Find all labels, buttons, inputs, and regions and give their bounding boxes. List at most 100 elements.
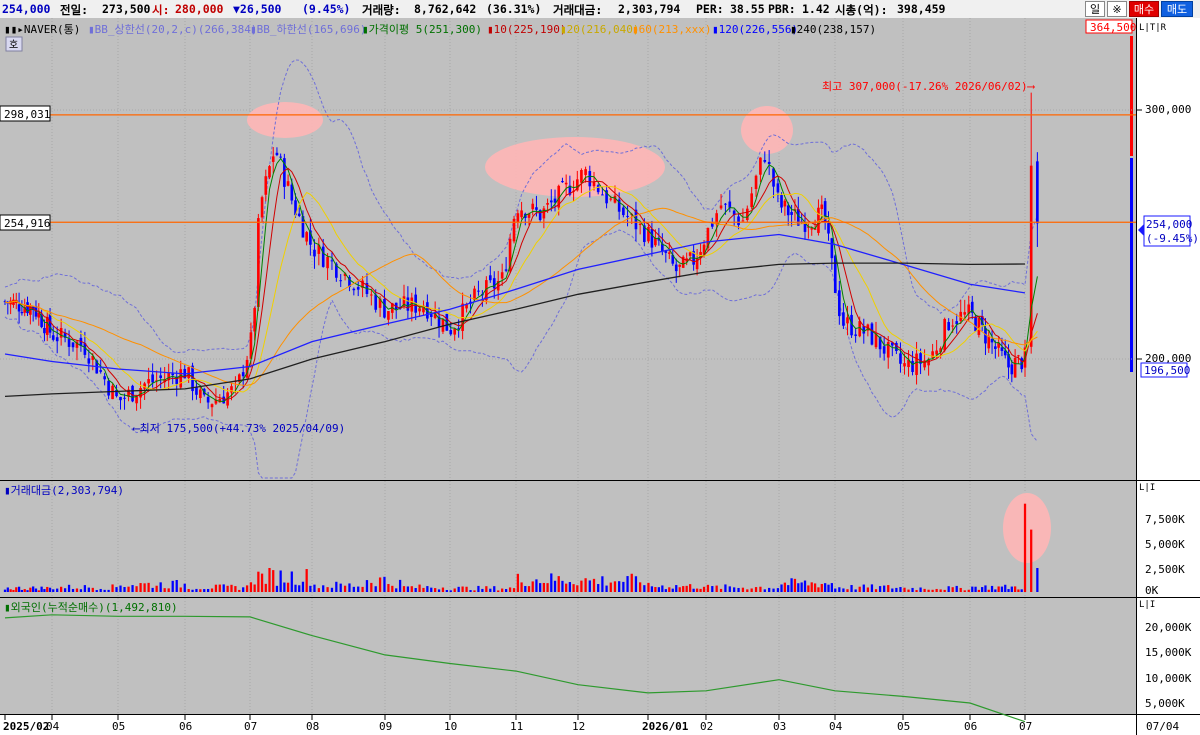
candle-body [974, 316, 977, 332]
volume-bar [139, 583, 142, 592]
candle-body [899, 353, 902, 364]
volume-bar [183, 583, 186, 592]
volume-bar [850, 585, 853, 592]
x-axis-right-label: 07/04 [1146, 720, 1179, 733]
volume-bar [643, 585, 646, 592]
volume-bar [298, 585, 301, 592]
legend-ma20[interactable]: ▮20(216,040) [560, 23, 639, 36]
candle-body [719, 205, 723, 209]
volume-bar [374, 586, 377, 592]
volume-bar [230, 584, 233, 592]
volume-bar [343, 585, 347, 592]
candle-body [767, 161, 771, 165]
volume-bar [83, 585, 87, 592]
volume-bar [253, 584, 256, 592]
volume-bar [226, 585, 229, 592]
volume-bar [535, 579, 538, 592]
volume-bar [750, 588, 753, 592]
legend-ma120[interactable]: ▮120(226,556) [712, 23, 798, 36]
volume-bar [787, 585, 790, 592]
volume-bar [123, 586, 126, 592]
candle-body [915, 353, 918, 375]
volume-bar [361, 586, 364, 592]
volume-bar [987, 589, 990, 592]
volume-bar [772, 588, 775, 592]
foreign-tick-label: 5,000K [1145, 697, 1185, 710]
candle-body [352, 288, 356, 291]
candle-body [210, 404, 214, 408]
volume-bar [15, 587, 18, 592]
candle-body [55, 337, 59, 342]
volume-bar [17, 586, 21, 592]
candle-body [187, 367, 190, 379]
settings-button[interactable]: ※ [1107, 1, 1127, 17]
sell-button[interactable]: 매도 [1161, 1, 1193, 17]
volume-bar [481, 588, 484, 592]
volume-bar [203, 589, 206, 592]
volume-bar [1013, 586, 1017, 592]
volume-bar [622, 581, 625, 592]
legend-ma5[interactable]: ▮가격이평 5(251,300) [362, 23, 482, 36]
candle-body [596, 185, 600, 193]
volume-bar [383, 576, 386, 592]
candle-body [131, 385, 134, 402]
volume-bar [824, 583, 827, 592]
candle-body [516, 213, 520, 223]
volume-bar [422, 587, 425, 592]
quote-toggle[interactable]: 호 [9, 39, 18, 51]
change-value: ▼26,500 [233, 2, 282, 16]
volume-bar [626, 576, 629, 592]
volume-bar [398, 579, 402, 592]
highlight-ellipse [485, 137, 665, 197]
volume-bar [759, 586, 762, 592]
volume-bar [550, 573, 553, 592]
candle-body [241, 372, 245, 377]
top-info-bar: 254,000 전일: 273,500 시: 280,000 ▼26,500 (… [0, 0, 1200, 19]
volume-bar [516, 573, 519, 592]
volume-bar [557, 576, 560, 592]
min-price-axis-label: 196,500 [1144, 364, 1190, 377]
foreign-panel-bg [0, 598, 1136, 714]
legend-bb-lower[interactable]: ▮BB_하한선(165,696) [250, 22, 366, 36]
volume-bar [531, 581, 534, 592]
volume-bar [741, 587, 745, 592]
candle-body [584, 169, 587, 175]
volume-bar [883, 585, 886, 592]
day-period-button[interactable]: 일 [1085, 1, 1105, 17]
volume-panel-title[interactable]: ▮거래대금(2,303,794) [4, 484, 124, 497]
volume-bar [79, 589, 83, 592]
high-annotation: 최고 307,000(-17.26% 2026/06/02)⟶ [822, 80, 1036, 93]
x-tick-label: 05 [897, 720, 910, 733]
stock-chart[interactable]: 298,031 254,916 ▮▮▸NAVER(통) ▮BB_상한선(20,2… [0, 18, 1200, 735]
foreign-panel-title[interactable]: ▮외국인(누적순매수)(1,492,810) [4, 601, 178, 614]
candle-body [43, 328, 46, 334]
volume-bar [1004, 584, 1007, 592]
candle-body [429, 314, 433, 317]
volume-bar [520, 582, 523, 592]
volume-bar [919, 587, 922, 592]
candle-body [994, 346, 997, 349]
volume-tick-label: 7,500K [1145, 513, 1185, 526]
volume-bar [807, 585, 810, 592]
buy-button[interactable]: 매수 [1129, 1, 1159, 17]
candle-body [275, 152, 279, 156]
candle-body [374, 294, 378, 310]
legend-bb-upper[interactable]: ▮BB_상한선(20,2,c)(266,384) [88, 23, 257, 36]
volume-bar [951, 587, 954, 592]
legend-stock[interactable]: ▮▮▸NAVER(통) [4, 23, 80, 36]
volume-bar [724, 584, 727, 592]
volume-bar [249, 582, 253, 592]
volume-bar [272, 570, 275, 592]
candle-body [264, 176, 268, 195]
volume-bar [461, 586, 464, 592]
volume-bar [199, 589, 202, 592]
candle-body [67, 338, 71, 347]
volume-bar [878, 586, 882, 592]
volume-bar [874, 589, 878, 592]
legend-ma240[interactable]: ▮240(238,157) [790, 23, 876, 36]
legend-ma60[interactable]: ▮60(213,xxx) [632, 23, 711, 36]
volume-bar [613, 581, 617, 592]
candle-body [776, 183, 780, 193]
candle-body [222, 396, 226, 404]
legend-ma10[interactable]: ▮10(225,190) [487, 23, 566, 36]
